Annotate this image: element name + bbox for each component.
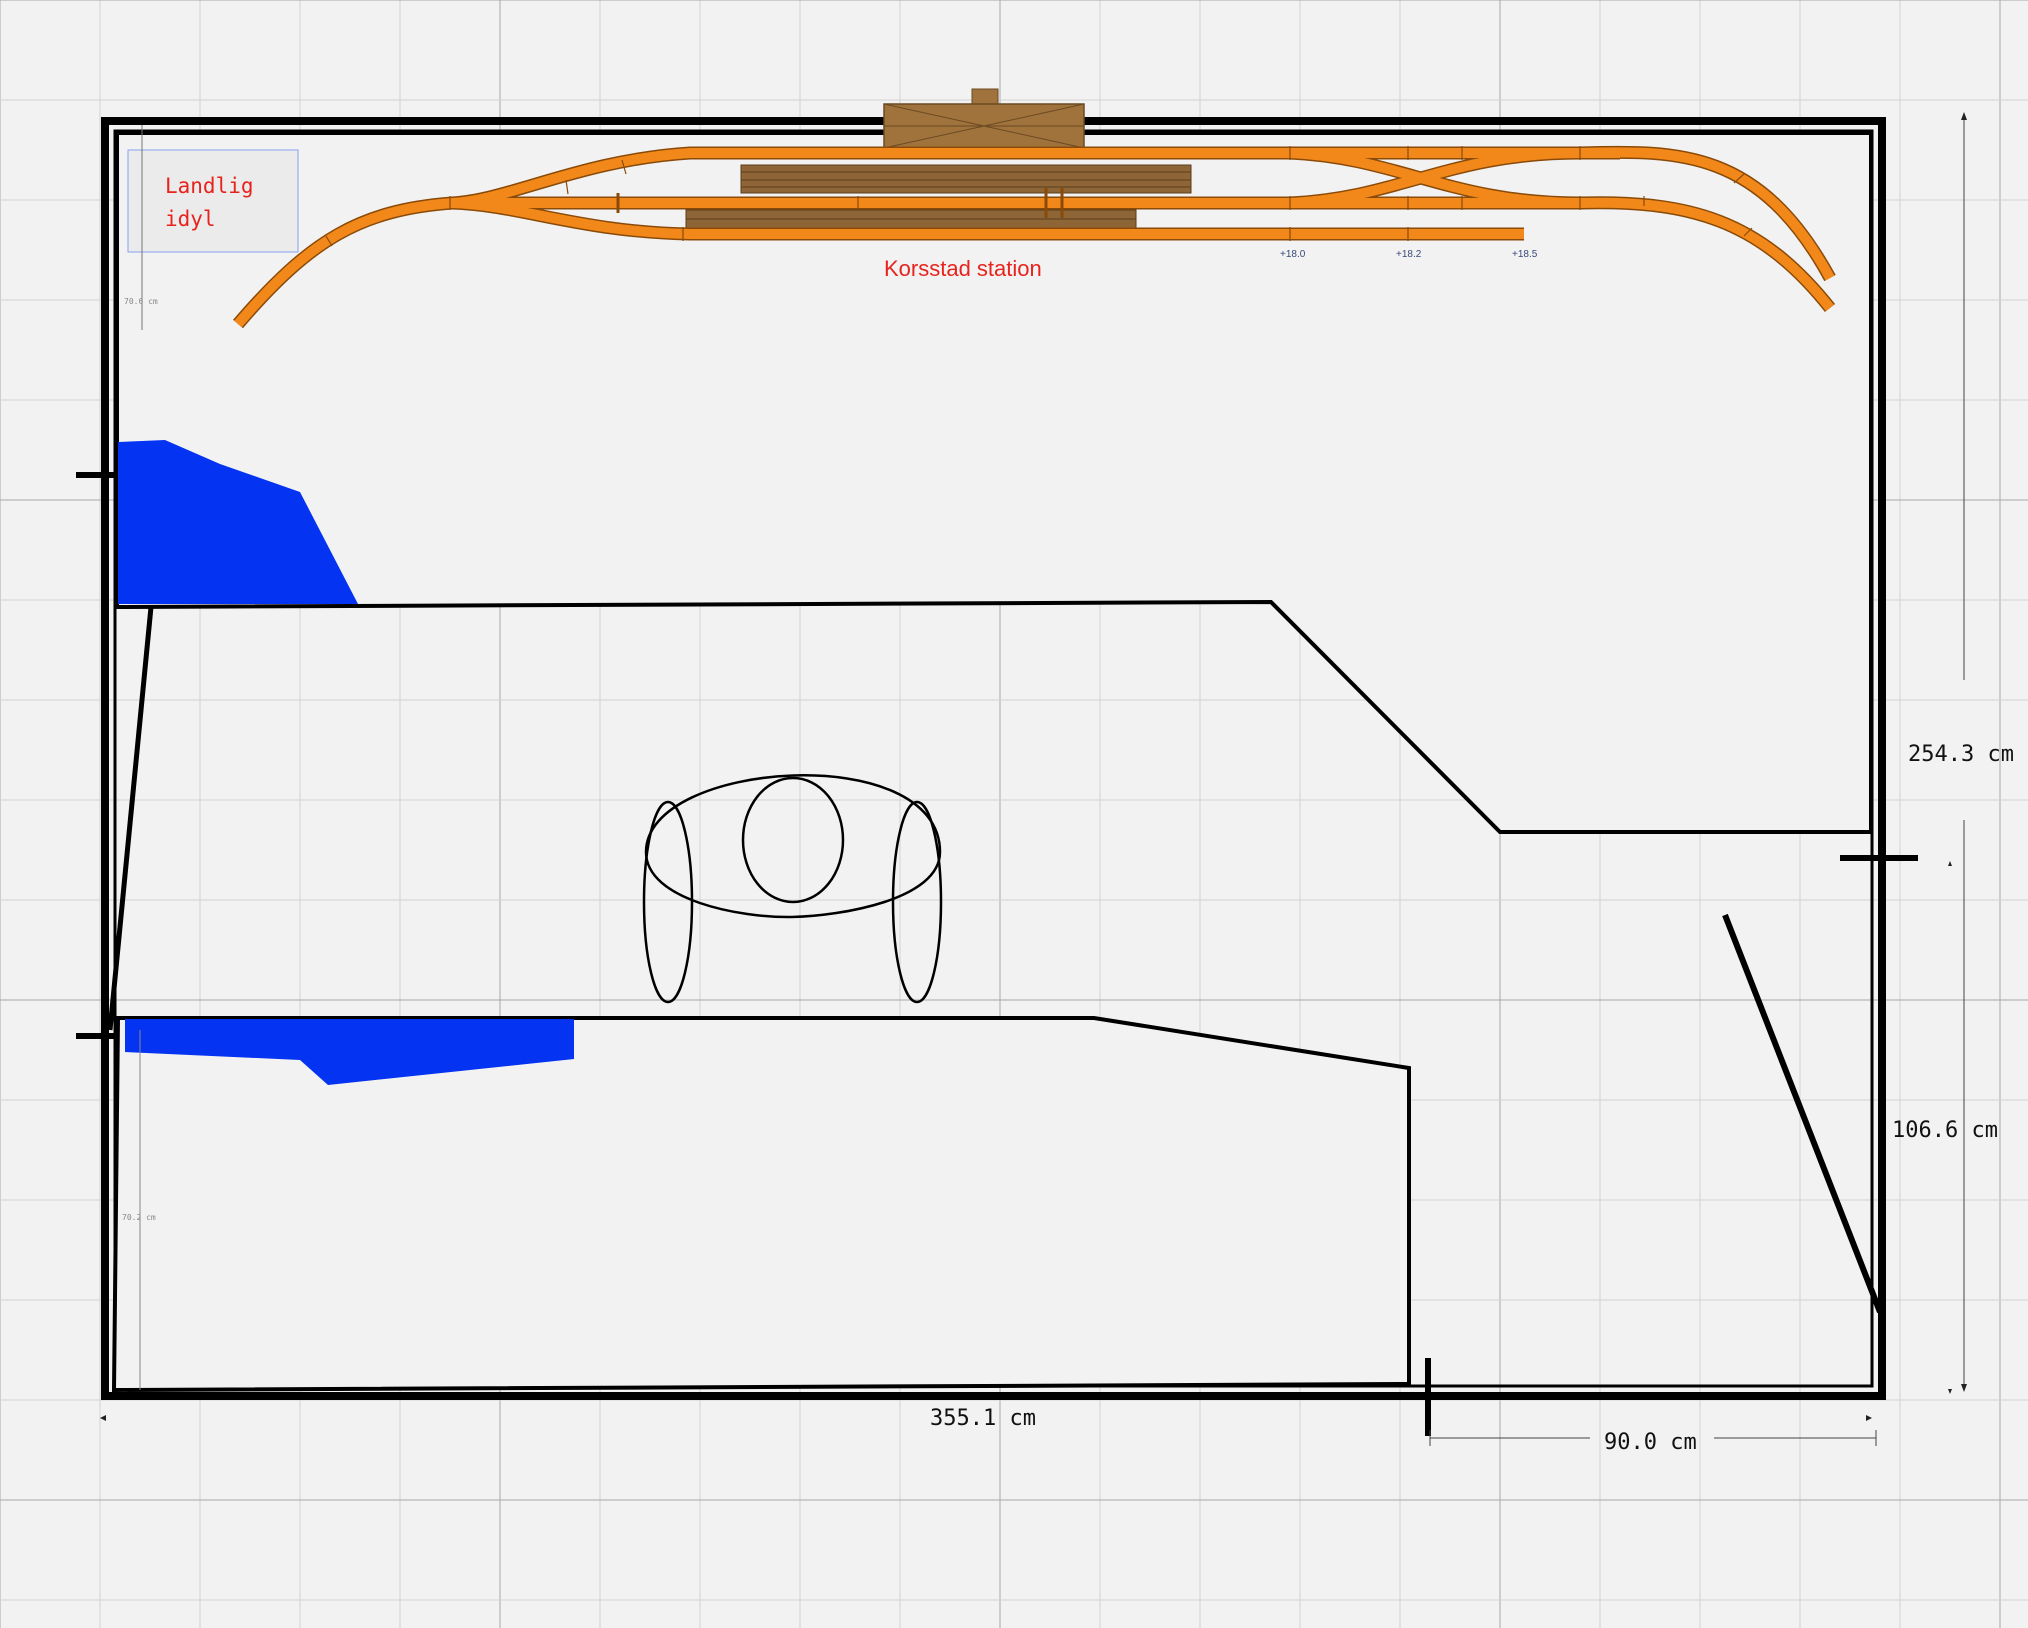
small-dimension-bottom: 70.2 cm xyxy=(122,1213,156,1222)
area-note-box[interactable] xyxy=(127,149,299,253)
dimension-door-bottom[interactable]: 90.0 cm xyxy=(1429,1415,1877,1455)
dimension-door-right[interactable]: 106.6 cm xyxy=(1892,861,1998,1394)
station-chimney xyxy=(971,88,999,106)
area-note-line1: Landlig xyxy=(165,174,254,198)
dimension-door-bottom-label: 90.0 cm xyxy=(1604,1430,1697,1455)
station-label[interactable]: Korsstad station xyxy=(884,256,1042,281)
baseboard-lower[interactable] xyxy=(111,1016,1411,1393)
chair-seat xyxy=(741,776,845,904)
area-note-line2: idyl xyxy=(165,207,216,231)
operator-chair xyxy=(642,774,943,1004)
dimension-door-right-label: 106.6 cm xyxy=(1892,1118,1998,1143)
platform-upper xyxy=(740,164,1192,194)
small-dimension-top: 70.6 cm xyxy=(124,297,158,306)
dimension-width-label: 355.1 cm xyxy=(930,1406,1036,1431)
elevation-label-2: +18.2 xyxy=(1396,249,1422,260)
door-swing-line[interactable] xyxy=(1722,913,1883,1314)
chair-arm-left xyxy=(642,800,694,1004)
elevation-label-3: +18.5 xyxy=(1512,249,1538,260)
dimension-height-label: 254.3 cm xyxy=(1908,742,2014,767)
layout-canvas[interactable]: Landlig idyl Korsstad station +18.0 +18.… xyxy=(0,0,2028,1628)
station-building[interactable] xyxy=(883,88,1085,149)
dimension-width-total[interactable]: 355.1 cm xyxy=(100,1406,1036,1431)
elevation-label-1: +18.0 xyxy=(1280,249,1306,260)
